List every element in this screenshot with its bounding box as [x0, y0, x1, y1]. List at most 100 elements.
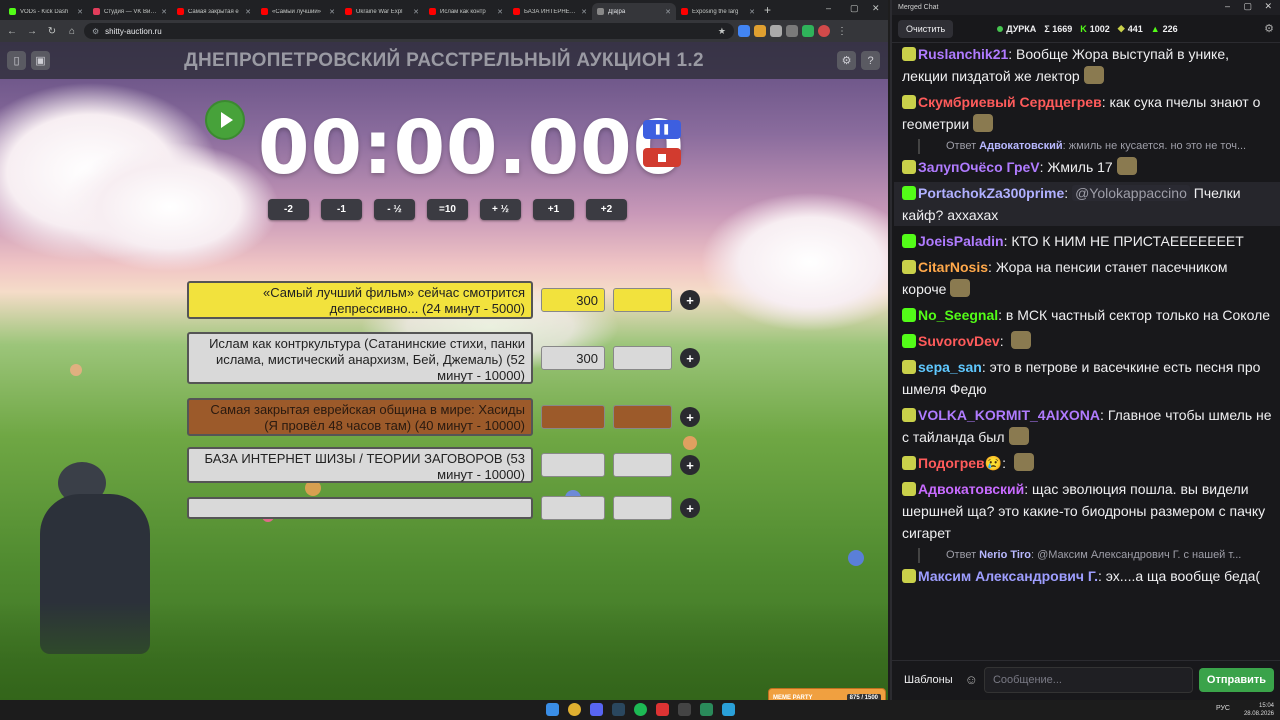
time-adjust-button[interactable]: - ½	[374, 199, 415, 220]
message-input[interactable]	[983, 666, 1193, 693]
maximize-icon[interactable]: ▢	[850, 3, 859, 14]
lot-amount[interactable]: 300	[541, 346, 605, 370]
tab-close-icon[interactable]: ✕	[329, 8, 335, 16]
lot-add-amount-input[interactable]	[613, 288, 672, 312]
time-adjust-button[interactable]: + ½	[480, 199, 521, 220]
close-icon[interactable]: ✕	[872, 3, 880, 14]
app-icon[interactable]	[700, 703, 713, 716]
lot-add-button[interactable]: +	[680, 407, 700, 427]
tab-close-icon[interactable]: ✕	[665, 8, 671, 16]
chat-username[interactable]: No_Seegnal	[918, 307, 998, 323]
system-tray[interactable]: РУС	[1216, 705, 1230, 712]
chat-username[interactable]: ЗалупОчёсо ГреV	[918, 159, 1040, 175]
lot-name[interactable]: БАЗА ИНТЕРНЕТ ШИЗЫ / ТЕОРИИ ЗАГОВОРОВ (5…	[187, 447, 533, 483]
tab-close-icon[interactable]: ✕	[749, 8, 755, 16]
lot-name[interactable]: Самая закрытая еврейская община в мире: …	[187, 398, 533, 436]
lot-add-amount-input[interactable]	[613, 496, 672, 520]
tab-close-icon[interactable]: ✕	[245, 8, 251, 16]
save-icon[interactable]: ▣	[31, 51, 50, 70]
clear-button[interactable]: Очистить	[898, 19, 954, 38]
lot-name[interactable]: «Самый лучший фильм» сейчас смотрится де…	[187, 281, 533, 319]
time-adjust-button[interactable]: -2	[268, 199, 309, 220]
extension-icon[interactable]	[754, 25, 766, 37]
chat-username[interactable]: sepa_san	[918, 359, 982, 375]
lot-amount[interactable]: 300	[541, 288, 605, 312]
browser-tab[interactable]: «Самый лучший» ✕	[256, 3, 340, 20]
minimize-icon[interactable]: –	[1225, 1, 1230, 11]
reload-icon[interactable]: ↻	[44, 23, 60, 39]
app-icon[interactable]	[678, 703, 691, 716]
chat-username[interactable]: Ruslanchik21	[918, 46, 1008, 62]
home-icon[interactable]: ⌂	[64, 23, 80, 39]
lot-name[interactable]: Ислам как контркультура (Сатанинские сти…	[187, 332, 533, 384]
lot-add-button[interactable]: +	[680, 455, 700, 475]
lot-amount[interactable]	[541, 405, 605, 429]
site-info-icon[interactable]: ⚙	[92, 27, 99, 36]
menu-icon[interactable]: ⋮	[834, 23, 850, 39]
chat-username[interactable]: SuvorovDev	[918, 333, 1000, 349]
extension-icon[interactable]	[770, 25, 782, 37]
time-adjust-button[interactable]: =10	[427, 199, 468, 220]
browser-tab[interactable]: Exposing the larg ✕	[676, 3, 760, 20]
profile-avatar[interactable]	[818, 25, 830, 37]
telegram-icon[interactable]	[722, 703, 735, 716]
time-adjust-button[interactable]: +2	[586, 199, 627, 220]
sidebar-toggle-icon[interactable]: ▯	[7, 51, 26, 70]
browser-tab[interactable]: Д|а|ра ✕	[592, 3, 676, 20]
help-icon[interactable]: ?	[861, 51, 880, 70]
emoji-icon[interactable]: ☺	[965, 672, 978, 687]
new-tab-icon[interactable]: +	[764, 3, 771, 17]
address-bar[interactable]: ⚙ shitty-auction.ru ★	[84, 23, 734, 39]
chat-username[interactable]: JoeisPaladin	[918, 233, 1004, 249]
tab-close-icon[interactable]: ✕	[581, 8, 587, 16]
browser-tab[interactable]: Студия — VK Видео ✕	[88, 3, 172, 20]
chat-username[interactable]: PortachokZa300prime	[918, 185, 1064, 201]
chat-username[interactable]: Скумбриевый Сердцегрев	[918, 94, 1102, 110]
browser-tab[interactable]: VODs - Kick Dash ✕	[4, 3, 88, 20]
minimize-icon[interactable]: –	[826, 3, 831, 13]
lot-add-amount-input[interactable]	[613, 346, 672, 370]
maximize-icon[interactable]: ▢	[1243, 1, 1252, 12]
lot-amount[interactable]	[541, 453, 605, 477]
chat-username[interactable]: CitarNosis	[918, 259, 988, 275]
play-button[interactable]	[205, 100, 245, 140]
browser-tab[interactable]: Самая закрытая е ✕	[172, 3, 256, 20]
bookmark-star-icon[interactable]: ★	[718, 26, 726, 37]
time-adjust-button[interactable]: +1	[533, 199, 574, 220]
chat-username[interactable]: Максим Александрович Г.	[918, 568, 1098, 584]
tab-close-icon[interactable]: ✕	[413, 8, 419, 16]
pause-button[interactable]: ❚❚	[643, 120, 681, 139]
close-icon[interactable]: ✕	[1264, 1, 1272, 12]
templates-button[interactable]: Шаблоны	[898, 669, 959, 691]
extension-icon[interactable]	[786, 25, 798, 37]
forward-icon[interactable]: →	[24, 23, 40, 39]
stop-button[interactable]	[643, 148, 681, 167]
lot-add-amount-input[interactable]	[613, 453, 672, 477]
time-adjust-button[interactable]: -1	[321, 199, 362, 220]
settings-icon[interactable]: ⚙	[837, 51, 856, 70]
tab-close-icon[interactable]: ✕	[497, 8, 503, 16]
back-icon[interactable]: ←	[4, 23, 20, 39]
chat-username[interactable]: VOLKA_KORMIT_4AIXONA	[918, 407, 1100, 423]
tab-close-icon[interactable]: ✕	[161, 8, 167, 16]
lot-name[interactable]	[187, 497, 533, 519]
app-icon[interactable]	[656, 703, 669, 716]
start-icon[interactable]	[546, 703, 559, 716]
extension-icon[interactable]	[738, 25, 750, 37]
browser-tab[interactable]: БАЗА ИНТЕРНЕТ Ш ✕	[508, 3, 592, 20]
chat-mention[interactable]: @Yolokappaccino	[1072, 185, 1190, 201]
extension-icon[interactable]	[802, 25, 814, 37]
browser-tab[interactable]: Ukraine War Expl ✕	[340, 3, 424, 20]
send-button[interactable]: Отправить	[1198, 667, 1274, 692]
chat-username[interactable]: Подогрев😢	[918, 455, 1002, 471]
chat-settings-icon[interactable]: ⚙	[1264, 22, 1274, 35]
spotify-icon[interactable]	[634, 703, 647, 716]
browser-taskbar-icon[interactable]	[568, 703, 581, 716]
lot-add-button[interactable]: +	[680, 348, 700, 368]
lot-add-button[interactable]: +	[680, 498, 700, 518]
lot-add-button[interactable]: +	[680, 290, 700, 310]
chat-username[interactable]: Адвокатовский	[918, 481, 1024, 497]
lot-add-amount-input[interactable]	[613, 405, 672, 429]
discord-icon[interactable]	[590, 703, 603, 716]
browser-tab[interactable]: Ислам как контр ✕	[424, 3, 508, 20]
